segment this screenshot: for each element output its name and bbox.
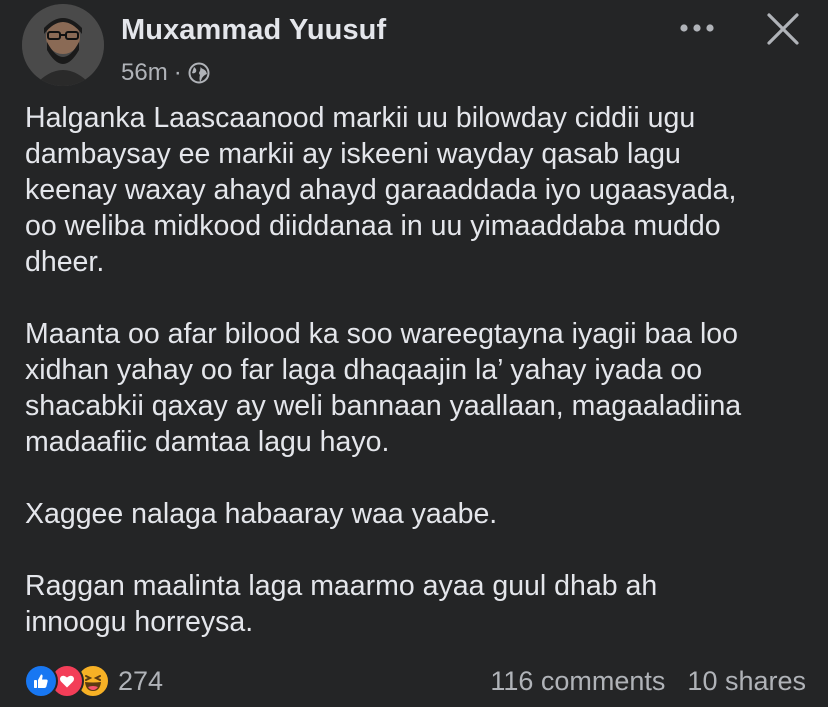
shares-count-link[interactable]: 10 shares — [687, 666, 806, 697]
post-paragraph: Xaggee nalaga habaaray waa yaabe. — [25, 498, 498, 530]
like-icon — [24, 664, 58, 698]
post-meta: 56m · — [121, 58, 210, 88]
author-name[interactable]: Muxammad Yuusuf — [121, 14, 386, 47]
reactions-summary[interactable]: 274 — [24, 664, 163, 698]
post-time[interactable]: 56m — [121, 59, 168, 87]
close-icon — [767, 13, 799, 45]
reaction-count: 274 — [118, 665, 164, 696]
post-paragraph: Halganka Laascaanood markii uu bilowday … — [25, 102, 737, 278]
post-card: Muxammad Yuusuf 56m · Halganka Laascaano… — [0, 0, 828, 707]
post-paragraph: Raggan maalinta laga maarmo ayaa guul dh… — [25, 570, 658, 638]
more-horizontal-icon — [680, 24, 714, 32]
post-footer: 274 116 comments 10 shares — [24, 662, 806, 700]
more-options-button[interactable] — [672, 10, 722, 46]
close-button[interactable] — [758, 4, 808, 54]
post-body: Halganka Laascaanood markii uu bilowday … — [25, 100, 815, 676]
post-paragraph: Maanta oo afar bilood ka soo wareegtayna… — [25, 318, 742, 458]
globe-icon — [188, 62, 210, 84]
avatar-image — [22, 4, 104, 86]
avatar[interactable] — [22, 4, 104, 86]
comments-count-link[interactable]: 116 comments — [490, 666, 665, 697]
meta-separator: · — [173, 59, 182, 86]
